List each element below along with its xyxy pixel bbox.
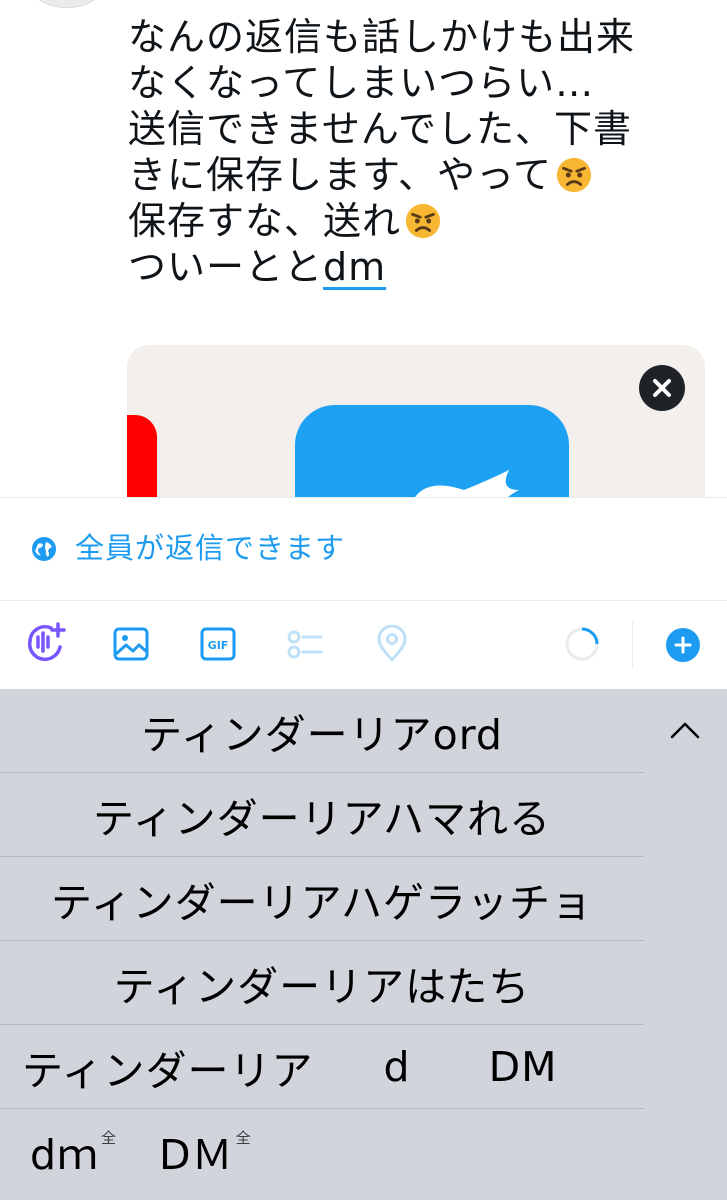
compose-toolbar: GIF bbox=[0, 601, 727, 689]
attached-image[interactable] bbox=[127, 345, 705, 497]
character-counter bbox=[565, 627, 599, 661]
angry-face-emoji bbox=[556, 157, 592, 193]
poll-icon[interactable] bbox=[286, 625, 324, 663]
candidate-item[interactable]: ティンダーリアハマれる bbox=[0, 773, 644, 857]
add-tweet-icon[interactable] bbox=[665, 627, 701, 663]
reply-settings-label: 全員が返信できます bbox=[75, 531, 346, 565]
location-icon[interactable] bbox=[373, 625, 411, 663]
tweet-line: きに保存します、やって bbox=[128, 152, 708, 198]
globe-icon bbox=[32, 537, 56, 561]
compose-area: なんの返信も話しかけも出来 なくなってしまいつらい… 送信できませんでした、下書… bbox=[0, 0, 727, 497]
candidate-item[interactable]: ティンダーリアord bbox=[0, 689, 644, 773]
fullwidth-badge: 全 bbox=[235, 1129, 252, 1147]
voice-tweet-icon[interactable] bbox=[24, 621, 66, 663]
chevron-up-icon[interactable] bbox=[660, 709, 710, 749]
reply-settings-button[interactable]: 全員が返信できます bbox=[0, 497, 727, 601]
image-icon[interactable] bbox=[112, 625, 150, 663]
avatar bbox=[30, 0, 104, 8]
candidate-row: dｍ 全 DＭ 全 bbox=[0, 1109, 644, 1193]
candidate-item[interactable]: ティンダーリアハゲラッチョ bbox=[0, 857, 644, 941]
close-icon bbox=[653, 379, 671, 397]
candidate-item[interactable]: DＭ 全 bbox=[159, 1121, 252, 1181]
candidate-item[interactable]: ティンダーリアはたち bbox=[0, 941, 644, 1025]
candidate-row: ティンダーリア d DM bbox=[0, 1025, 644, 1109]
gif-icon[interactable]: GIF bbox=[199, 625, 237, 663]
image-red-shape bbox=[127, 415, 157, 497]
gif-label: GIF bbox=[208, 639, 229, 652]
bird-icon bbox=[415, 470, 519, 497]
toolbar-divider bbox=[632, 621, 633, 669]
candidate-item[interactable]: d bbox=[384, 1043, 411, 1091]
autocorrect-word: dm bbox=[323, 245, 387, 289]
tweet-line: 保存すな、送れ bbox=[128, 198, 708, 244]
remove-image-button[interactable] bbox=[639, 365, 685, 411]
tweet-line: なくなってしまいつらい… bbox=[128, 61, 595, 105]
candidate-item[interactable]: ティンダーリア bbox=[22, 1037, 314, 1097]
tweet-text-input[interactable]: なんの返信も話しかけも出来 なくなってしまいつらい… 送信できませんでした、下書… bbox=[128, 14, 708, 290]
angry-face-emoji bbox=[405, 203, 441, 239]
fullwidth-badge: 全 bbox=[101, 1129, 118, 1147]
candidate-item[interactable]: dｍ 全 bbox=[30, 1121, 117, 1181]
candidate-item[interactable]: DM bbox=[489, 1043, 558, 1091]
tweet-line: なんの返信も話しかけも出来 bbox=[128, 15, 636, 59]
keyboard-candidates: ティンダーリアord ティンダーリアハマれる ティンダーリアハゲラッチョ ティン… bbox=[0, 689, 727, 1200]
tweet-line: ついーととdm bbox=[128, 245, 387, 289]
tweet-line: 送信できませんでした、下書 bbox=[128, 107, 632, 151]
